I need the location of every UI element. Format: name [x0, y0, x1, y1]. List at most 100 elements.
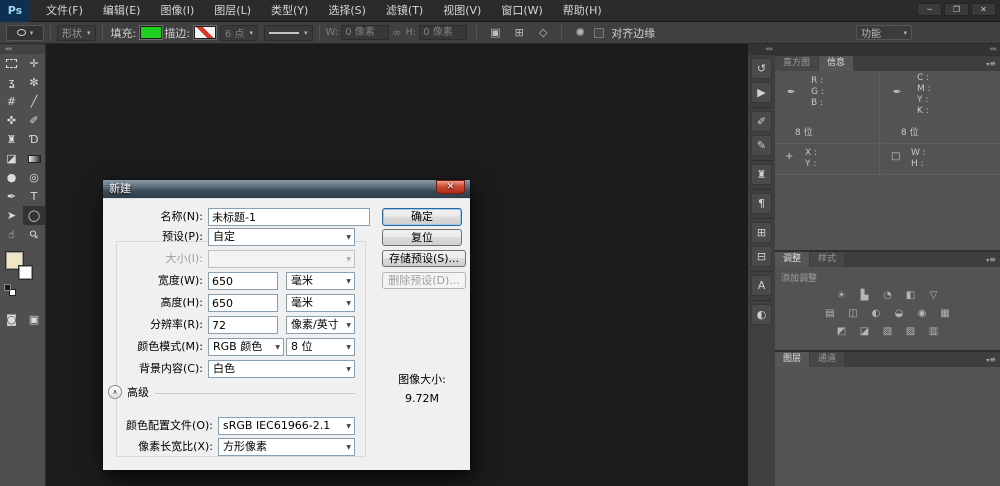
stroke-style-dropdown[interactable]: ▾: [264, 25, 313, 41]
width-unit-select[interactable]: 毫米 ▼: [286, 272, 355, 290]
tool-preset-dropdown[interactable]: ▾: [6, 25, 44, 41]
quick-mask-button[interactable]: ◙: [0, 310, 23, 329]
menu-item[interactable]: 图像(I): [150, 0, 204, 22]
type-tool[interactable]: T: [23, 187, 45, 206]
path-selection-tool[interactable]: ➤: [0, 206, 23, 225]
panel-menu-icon[interactable]: ▾≡: [986, 352, 1000, 367]
ellipse-tool[interactable]: ◯: [23, 206, 45, 225]
background-color-swatch[interactable]: [18, 265, 33, 280]
dialog-title-bar[interactable]: 新建 ✕: [103, 180, 470, 198]
background-contents-select[interactable]: 白色 ▼: [208, 360, 355, 378]
fill-color-swatch[interactable]: [140, 26, 162, 39]
crop-tool[interactable]: #: [0, 92, 23, 111]
path-arrange-icon[interactable]: ◇: [533, 25, 553, 41]
dock-brush-presets-icon[interactable]: ✎: [751, 135, 772, 156]
adj-curves-icon[interactable]: ◔: [879, 289, 896, 302]
panels-collapse-button[interactable]: ««: [775, 44, 1000, 55]
gear-icon[interactable]: ✺: [570, 25, 590, 41]
path-operations-icon[interactable]: ▣: [485, 25, 505, 41]
resolution-input[interactable]: [208, 316, 278, 334]
height-unit-select[interactable]: 毫米 ▼: [286, 294, 355, 312]
adj-hue-saturation-icon[interactable]: ▤: [822, 307, 839, 320]
menu-item[interactable]: 窗口(W): [491, 0, 552, 22]
menu-item[interactable]: 滤镜(T): [376, 0, 433, 22]
gradient-tool[interactable]: [23, 149, 45, 168]
minimize-button[interactable]: ─: [917, 3, 942, 16]
adj-color-lookup-icon[interactable]: ▦: [937, 307, 954, 320]
move-tool[interactable]: ✛: [23, 54, 45, 73]
magic-wand-tool[interactable]: ✼: [23, 73, 45, 92]
tab-layers[interactable]: 图层: [775, 352, 809, 367]
dialog-close-button[interactable]: ✕: [436, 180, 465, 194]
spot-healing-brush-tool[interactable]: ✜: [0, 111, 23, 130]
adj-posterize-icon[interactable]: ◪: [856, 325, 873, 338]
blur-tool[interactable]: ●: [0, 168, 23, 187]
eraser-tool[interactable]: ◪: [0, 149, 23, 168]
workspace-dropdown[interactable]: 功能 ▾: [856, 25, 912, 40]
default-colors-icon[interactable]: [4, 284, 16, 296]
ok-button[interactable]: 确定: [382, 208, 462, 226]
panel-menu-icon[interactable]: ▾≡: [986, 252, 1000, 267]
adj-levels-icon[interactable]: ▙: [856, 289, 873, 302]
menu-item[interactable]: 编辑(E): [93, 0, 151, 22]
name-input[interactable]: [208, 208, 370, 226]
tab-channels[interactable]: 通道: [810, 352, 844, 367]
toolbar-collapse-button[interactable]: ««: [0, 44, 45, 54]
history-brush-tool[interactable]: Ɗ: [23, 130, 45, 149]
pen-tool[interactable]: ✒: [0, 187, 23, 206]
dock-collapse-button[interactable]: ««: [748, 44, 775, 55]
menu-item[interactable]: 帮助(H): [553, 0, 612, 22]
adj-gradient-map-icon[interactable]: ▨: [902, 325, 919, 338]
panel-menu-icon[interactable]: ▾≡: [986, 56, 1000, 71]
adj-selective-color-icon[interactable]: ▥: [925, 325, 942, 338]
menu-item[interactable]: 图层(L): [204, 0, 261, 22]
adj-black-white-icon[interactable]: ◐: [868, 307, 885, 320]
menu-item[interactable]: 视图(V): [433, 0, 491, 22]
resolution-unit-select[interactable]: 像素/英寸 ▼: [286, 316, 355, 334]
screen-mode-button[interactable]: ▣: [23, 310, 45, 329]
stroke-color-swatch[interactable]: [194, 26, 216, 39]
tab-histogram[interactable]: 直方图: [775, 56, 818, 71]
menu-item[interactable]: 选择(S): [318, 0, 376, 22]
dodge-tool[interactable]: ◎: [23, 168, 45, 187]
stroke-width-dropdown[interactable]: 6 点 ▾: [220, 25, 258, 41]
tab-info[interactable]: 信息: [819, 56, 853, 71]
dock-paragraph-icon[interactable]: ¶: [751, 193, 772, 214]
adj-photo-filter-icon[interactable]: ◒: [891, 307, 908, 320]
width-input[interactable]: [208, 272, 278, 290]
adj-threshold-icon[interactable]: ▧: [879, 325, 896, 338]
align-edges-checkbox[interactable]: [594, 28, 604, 38]
dock-brush-icon[interactable]: ✐: [751, 111, 772, 132]
eyedropper-tool[interactable]: ╱: [23, 92, 45, 111]
color-profile-select[interactable]: sRGB IEC61966-2.1 ▼: [218, 417, 355, 435]
dock-paragraph-styles-icon[interactable]: ⊟: [751, 246, 772, 267]
rectangular-marquee-tool[interactable]: [0, 54, 23, 73]
color-mode-select[interactable]: RGB 颜色 ▼: [208, 338, 284, 356]
path-alignment-icon[interactable]: ⊞: [509, 25, 529, 41]
dock-actions-icon[interactable]: ▶: [751, 82, 772, 103]
adj-color-balance-icon[interactable]: ◫: [845, 307, 862, 320]
shape-height-input[interactable]: 0 像素: [419, 25, 467, 40]
adj-brightness-contrast-icon[interactable]: ☀: [833, 289, 850, 302]
reset-button[interactable]: 复位: [382, 229, 462, 246]
shape-width-input[interactable]: 0 像素: [341, 25, 389, 40]
tab-adjustments[interactable]: 调整: [775, 252, 809, 267]
height-input[interactable]: [208, 294, 278, 312]
zoom-tool[interactable]: ♀: [23, 225, 45, 244]
brush-tool[interactable]: ✐: [23, 111, 45, 130]
dock-color-lookup-icon[interactable]: ◐: [751, 304, 772, 325]
preset-select[interactable]: 自定 ▼: [208, 228, 355, 246]
shape-mode-dropdown[interactable]: 形状 ▾: [57, 25, 96, 41]
adj-invert-icon[interactable]: ◩: [833, 325, 850, 338]
pixel-aspect-ratio-select[interactable]: 方形像素 ▼: [218, 438, 355, 456]
menu-item[interactable]: 文件(F): [36, 0, 93, 22]
dock-character-icon[interactable]: ⊞: [751, 222, 772, 243]
advanced-collapse-button[interactable]: ∧: [108, 385, 122, 399]
close-button[interactable]: ✕: [971, 3, 996, 16]
bit-depth-select[interactable]: 8 位 ▼: [286, 338, 355, 356]
menu-item[interactable]: 类型(Y): [261, 0, 318, 22]
save-preset-button[interactable]: 存储预设(S)...: [382, 250, 466, 267]
dock-character-styles-icon[interactable]: A: [751, 275, 772, 296]
dock-clone-source-icon[interactable]: ♜: [751, 164, 772, 185]
link-dimensions-icon[interactable]: ∞: [392, 26, 401, 39]
